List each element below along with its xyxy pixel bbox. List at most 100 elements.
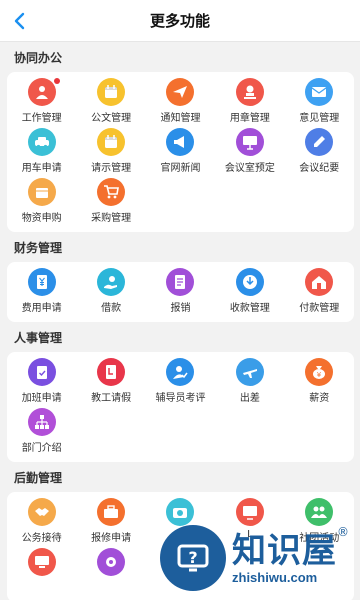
feature-button[interactable]: 会议纪要 (285, 128, 354, 178)
feature-button[interactable]: 教工请假 (76, 358, 145, 408)
watermark: ? 知识屋 zhishiwu.com ® (160, 525, 349, 591)
watermark-logo: ? (160, 525, 226, 591)
feature-label: 报修申请 (91, 533, 132, 544)
feature-button[interactable]: 报修申请 (76, 498, 145, 548)
clipboard-check-icon (27, 358, 56, 386)
feature-label: 费用申请 (21, 303, 62, 314)
feature-label: 薪资 (309, 393, 330, 404)
yen-doc-icon (27, 268, 56, 296)
org-chart-icon (27, 408, 56, 436)
feature-button[interactable]: 工作管理 (7, 78, 76, 128)
feature-list: 协同办公工作管理 公文管理 通知管理 用章管理 意见管理用车申请 请示管理 官网新闻 会议室预… (0, 42, 360, 600)
receipt-icon (166, 268, 195, 296)
section-title: 协同办公 (14, 50, 63, 65)
feature-button[interactable]: 官网新闻 (146, 128, 215, 178)
watermark-registered: ® (337, 525, 349, 539)
feature-button[interactable]: 付款管理 (285, 268, 354, 318)
feature-button[interactable]: 加班申请 (7, 358, 76, 408)
feature-label: 采购管理 (91, 213, 132, 224)
box-icon (27, 178, 56, 206)
section-card: 工作管理 公文管理 通知管理 用章管理 意见管理用车申请 请示管理 官网新闻 会议室预定 会议纪… (7, 72, 354, 232)
calendar-icon (97, 78, 126, 106)
cart-icon (97, 178, 126, 206)
feature-button[interactable]: 公务接待 (7, 498, 76, 548)
feature-button[interactable]: 用车申请 (7, 128, 76, 178)
section-title: 后勤管理 (14, 470, 63, 485)
feature-label: 借款 (101, 303, 122, 314)
mail-icon (305, 78, 334, 106)
feature-button[interactable]: 意见管理 (285, 78, 354, 128)
monitor-icon (27, 548, 56, 576)
megaphone-icon (166, 128, 195, 156)
feature-label: 官网新闻 (160, 163, 201, 174)
feature-button[interactable]: 请示管理 (76, 128, 145, 178)
presentation-icon (235, 128, 264, 156)
stamp-icon (235, 78, 264, 106)
gear-icon (97, 548, 126, 576)
feature-button[interactable]: 借款 (76, 268, 145, 318)
money-bag-icon: ¥ (305, 358, 334, 386)
watermark-title: 知识屋 (232, 530, 337, 571)
pencil-icon (305, 128, 334, 156)
hand-coin-icon (97, 268, 126, 296)
people-icon (305, 498, 334, 526)
feature-button[interactable]: 部门介绍 (7, 408, 76, 458)
feature-label: 收款管理 (229, 303, 270, 314)
leave-doc-icon (97, 358, 126, 386)
chevron-left-icon (14, 12, 25, 30)
house-icon (305, 268, 334, 296)
top-bar: 更多功能 (0, 0, 360, 42)
airplane-icon (235, 358, 264, 386)
feature-button[interactable]: 出差 (215, 358, 284, 408)
section-title: 人事管理 (14, 330, 63, 345)
feature-button[interactable]: ¥ 薪资 (285, 358, 354, 408)
feature-label: 会议室预定 (224, 163, 275, 174)
feature-label: 通知管理 (160, 113, 201, 124)
feature-label: 用车申请 (21, 163, 62, 174)
section-card: 加班申请 教工请假 辅导员考评 出差 ¥ 薪资部门介绍 (7, 352, 354, 462)
feature-button[interactable]: 辅导员考评 (146, 358, 215, 408)
feature-label: 公务接待 (21, 533, 62, 544)
feature-label: 部门介绍 (21, 443, 62, 454)
feature-button[interactable]: 采购管理 (76, 178, 145, 228)
page-title: 更多功能 (149, 12, 210, 30)
watermark-url: zhishiwu.com (232, 569, 318, 585)
feature-label: 教工请假 (91, 393, 132, 404)
feature-button[interactable]: 报销 (146, 268, 215, 318)
section-title: 财务管理 (14, 240, 63, 255)
feature-button[interactable] (7, 548, 76, 598)
camera-icon (166, 498, 195, 526)
feature-label: 物资申购 (21, 213, 62, 224)
feature-button[interactable]: 收款管理 (215, 268, 284, 318)
feature-label: 工作管理 (21, 113, 62, 124)
svg-text:¥: ¥ (317, 371, 322, 379)
feature-label: 辅导员考评 (155, 393, 206, 404)
feature-label: 会议纪要 (299, 163, 340, 174)
person-check-icon (166, 358, 195, 386)
feature-label: 付款管理 (299, 303, 340, 314)
feature-label: 加班申请 (21, 393, 62, 404)
feature-button[interactable]: 通知管理 (146, 78, 215, 128)
feature-label: 意见管理 (299, 113, 340, 124)
download-icon (235, 268, 264, 296)
handshake-icon (27, 498, 56, 526)
feature-label: 报销 (170, 303, 191, 314)
feature-button[interactable]: 会议室预定 (215, 128, 284, 178)
feature-button[interactable]: 用章管理 (215, 78, 284, 128)
feature-button[interactable]: 物资申购 (7, 178, 76, 228)
car-icon (27, 128, 56, 156)
feature-label: 公文管理 (91, 113, 132, 124)
feature-button[interactable]: 费用申请 (7, 268, 76, 318)
feature-button[interactable] (76, 548, 145, 598)
feature-button[interactable]: 公文管理 (76, 78, 145, 128)
feature-label: 请示管理 (91, 163, 132, 174)
feature-label: 出差 (239, 393, 260, 404)
person-icon (27, 78, 60, 106)
paper-plane-icon (166, 78, 195, 106)
feature-label: 用章管理 (229, 113, 270, 124)
screen-icon (235, 498, 264, 526)
section-card: 费用申请 借款 报销 收款管理 付款管理 (7, 262, 354, 322)
notification-dot (53, 78, 60, 84)
back-button[interactable] (6, 7, 34, 35)
toolbox-icon (97, 498, 126, 526)
